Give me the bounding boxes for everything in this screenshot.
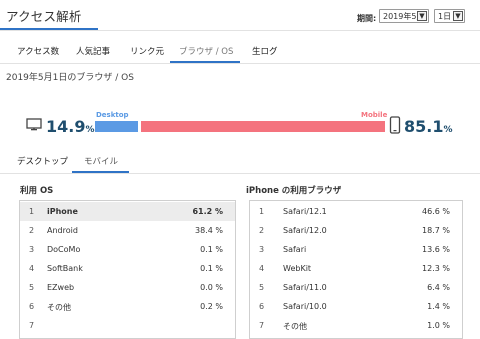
row-name: その他 — [283, 322, 307, 331]
table-row[interactable]: 3 Safari 13.6 % — [250, 240, 462, 259]
row-percentage: 46.6 % — [422, 207, 450, 216]
row-name: Safari/12.0 — [283, 226, 327, 235]
row-rank: 5 — [259, 283, 265, 292]
row-name: EZweb — [47, 283, 75, 292]
table-row[interactable]: 6 Safari/10.0 1.4 % — [250, 297, 462, 316]
row-percentage: 0.1 % — [200, 245, 223, 254]
table-row[interactable]: 5 EZweb 0.0 % — [20, 278, 235, 297]
chevron-down-icon: ▼ — [417, 11, 427, 21]
row-rank: 6 — [29, 302, 35, 311]
desktop-percentage: 14.9% — [46, 117, 95, 136]
row-percentage: 0.2 % — [200, 302, 223, 311]
table-row[interactable]: 7 — [20, 316, 235, 335]
row-name: Safari/11.0 — [283, 283, 327, 292]
row-percentage: 0.1 % — [200, 264, 223, 273]
tab-popular-articles[interactable]: 人気記事 — [76, 45, 110, 57]
day-select-value: 1日 — [438, 12, 452, 21]
row-rank: 6 — [259, 302, 265, 311]
month-select[interactable]: 2019年5月 ▼ — [379, 9, 429, 23]
row-name: Safari/12.1 — [283, 207, 327, 216]
row-percentage: 12.3 % — [422, 264, 450, 273]
mobile-phone-icon — [389, 116, 401, 134]
tab-desktop[interactable]: デスクトップ — [17, 155, 68, 167]
mobile-bar — [141, 121, 385, 132]
row-rank: 3 — [29, 245, 35, 254]
table-row[interactable]: 6 その他 0.2 % — [20, 297, 235, 316]
desktop-bar — [95, 121, 138, 132]
row-percentage: 6.4 % — [427, 283, 450, 292]
row-rank: 3 — [259, 245, 265, 254]
table-row[interactable]: 1 iPhone 61.2 % — [20, 202, 235, 221]
row-percentage: 13.6 % — [422, 245, 450, 254]
browser-section-title: iPhone の利用ブラウザ — [246, 186, 342, 196]
table-row[interactable]: 4 SoftBank 0.1 % — [20, 259, 235, 278]
row-name: SoftBank — [47, 264, 83, 273]
mobile-unit: % — [443, 125, 453, 135]
report-subtitle: 2019年5月1日のブラウザ / OS — [6, 73, 134, 83]
row-rank: 2 — [29, 226, 35, 235]
tab-mobile[interactable]: モバイル — [84, 155, 118, 167]
row-percentage: 1.0 % — [427, 321, 450, 330]
row-rank: 1 — [29, 207, 35, 216]
desktop-bar-label: Desktop — [96, 111, 129, 119]
tab-browser-os[interactable]: ブラウザ / OS — [179, 45, 233, 57]
desktop-value: 14.9 — [46, 117, 86, 136]
row-name: Safari/10.0 — [283, 302, 327, 311]
row-rank: 4 — [259, 264, 265, 273]
row-rank: 7 — [259, 321, 265, 330]
tabs-divider — [0, 63, 480, 64]
row-percentage: 0.0 % — [200, 283, 223, 292]
row-name: Android — [47, 226, 78, 235]
row-rank: 2 — [259, 226, 265, 235]
mobile-percentage: 85.1% — [404, 117, 453, 136]
table-row[interactable]: 5 Safari/11.0 6.4 % — [250, 278, 462, 297]
tab-access-count[interactable]: アクセス数 — [17, 45, 59, 57]
header-divider — [0, 30, 480, 31]
tab-raw-log[interactable]: 生ログ — [252, 45, 278, 57]
device-tabs-divider — [0, 173, 480, 174]
row-name: その他 — [47, 303, 71, 312]
row-rank: 1 — [259, 207, 265, 216]
row-percentage: 18.7 % — [422, 226, 450, 235]
row-percentage: 1.4 % — [427, 302, 450, 311]
row-rank: 4 — [29, 264, 35, 273]
row-rank: 5 — [29, 283, 35, 292]
table-row[interactable]: 1 Safari/12.1 46.6 % — [250, 202, 462, 221]
day-select[interactable]: 1日 ▼ — [434, 9, 465, 23]
row-rank: 7 — [29, 321, 35, 330]
mobile-value: 85.1 — [404, 117, 444, 136]
table-row[interactable]: 2 Safari/12.0 18.7 % — [250, 221, 462, 240]
row-name: WebKit — [283, 264, 312, 273]
desktop-icon — [26, 118, 42, 131]
chevron-down-icon: ▼ — [453, 11, 463, 21]
row-name: iPhone — [47, 207, 78, 216]
mobile-bar-label: Mobile — [361, 111, 388, 119]
tab-referrers[interactable]: リンク元 — [130, 45, 164, 57]
page-title: アクセス解析 — [6, 9, 82, 24]
desktop-unit: % — [85, 125, 95, 135]
table-row[interactable]: 7 その他 1.0 % — [250, 316, 462, 335]
row-percentage: 61.2 % — [192, 207, 223, 216]
table-row[interactable]: 4 WebKit 12.3 % — [250, 259, 462, 278]
table-row[interactable]: 2 Android 38.4 % — [20, 221, 235, 240]
browser-table: 1 Safari/12.1 46.6 % 2 Safari/12.0 18.7 % 3 Saf… — [249, 200, 463, 339]
os-section-title: 利用 OS — [20, 186, 54, 196]
row-name: Safari — [283, 245, 307, 254]
os-table: 1 iPhone 61.2 % 2 Android 38.4 % 3 DoCoMo 0.1 % 4… — [19, 200, 236, 339]
period-label: 期間: — [357, 14, 377, 23]
row-percentage: 38.4 % — [195, 226, 223, 235]
table-row[interactable]: 3 DoCoMo 0.1 % — [20, 240, 235, 259]
row-name: DoCoMo — [47, 245, 81, 254]
